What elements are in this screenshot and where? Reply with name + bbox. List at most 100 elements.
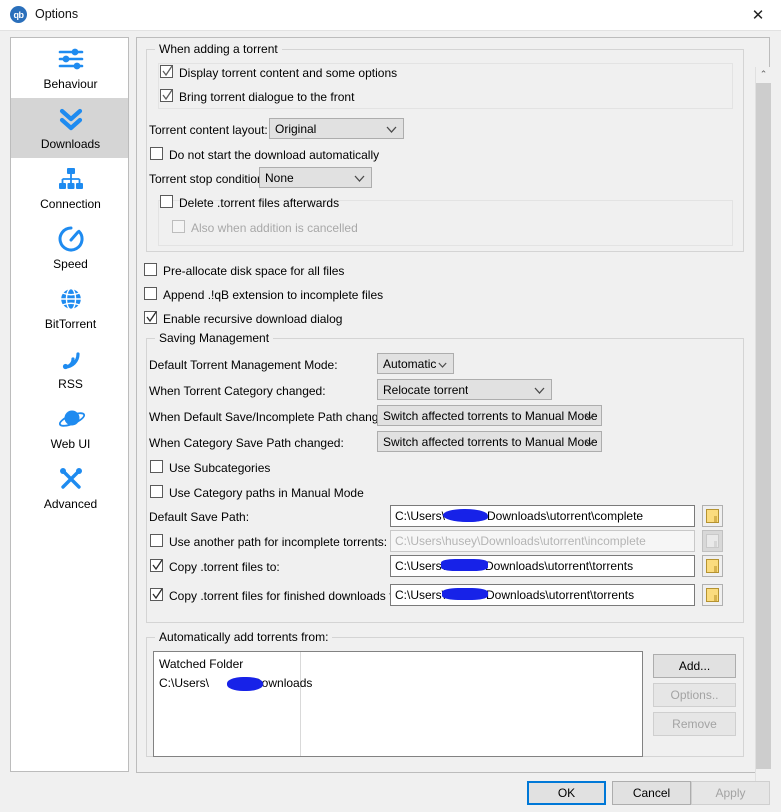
watched-folder-column-header: Watched Folder (159, 657, 244, 671)
recursive-download-checkbox[interactable] (144, 311, 157, 324)
sidebar-item-label: Downloads (40, 137, 101, 151)
default-save-path-browse-button[interactable] (702, 505, 723, 527)
copy-torrent-files-label: Copy .torrent files to: (169, 560, 280, 574)
incomplete-path-browse-button (702, 530, 723, 552)
torrent-stop-condition-select[interactable]: None (259, 167, 372, 188)
sidebar-item-label: Behaviour (43, 77, 98, 91)
input-placeholder: C:\Users\husey\Downloads\utorrent\incomp… (395, 534, 646, 548)
tools-icon (56, 464, 86, 494)
copy-finished-torrent-checkbox[interactable] (150, 588, 163, 601)
display-content-label: Display torrent content and some options (179, 66, 398, 80)
ok-button[interactable]: OK (527, 781, 606, 805)
path-prefix: C:\Users\ (395, 588, 446, 602)
no-autostart-label: Do not start the download automatically (169, 148, 380, 162)
select-value: None (265, 170, 294, 185)
sidebar-item-label: BitTorrent (44, 317, 97, 331)
redaction-mark (451, 513, 488, 522)
category-changed-label: When Torrent Category changed: (149, 384, 326, 398)
sidebar-item-advanced[interactable]: Advanced (11, 458, 128, 518)
sidebar-item-bittorrent[interactable]: BitTorrent (11, 278, 128, 338)
remove-watched-folder-button: Remove (653, 712, 736, 736)
no-autostart-checkbox[interactable] (150, 147, 163, 160)
default-tmm-select[interactable]: Automatic (377, 353, 454, 374)
stop-condition-label: Torrent stop condition: (149, 172, 268, 186)
copy-torrent-files-checkbox[interactable] (150, 559, 163, 572)
planet-icon (56, 404, 86, 434)
default-save-path-label: Default Save Path: (149, 510, 250, 524)
delete-torrent-checkbox[interactable] (160, 195, 173, 208)
sidebar-item-speed[interactable]: Speed (11, 218, 128, 278)
use-incomplete-path-label: Use another path for incomplete torrents… (169, 535, 388, 549)
sidebar-item-downloads[interactable]: Downloads (11, 98, 128, 158)
select-value: Relocate torrent (383, 382, 469, 397)
settings-sidebar[interactable]: Behaviour Downloads Connection Speed Bit… (10, 37, 129, 772)
chevron-down-icon (584, 406, 595, 427)
use-incomplete-path-checkbox[interactable] (150, 534, 163, 547)
sidebar-item-connection[interactable]: Connection (11, 158, 128, 218)
group-label: When adding a torrent (155, 42, 282, 56)
scrollbar-thumb[interactable] (756, 83, 771, 769)
check-icon (152, 559, 163, 572)
chevron-down-icon (354, 168, 365, 189)
rss-icon (56, 344, 86, 374)
copy-torrent-files-browse-button[interactable] (702, 555, 723, 577)
cancel-button[interactable]: Cancel (612, 781, 691, 805)
use-subcategories-checkbox[interactable] (150, 460, 163, 473)
group-label: Automatically add torrents from: (155, 630, 333, 644)
sidebar-item-label: Speed (53, 257, 88, 271)
check-icon (146, 311, 157, 324)
redaction-mark (441, 559, 488, 571)
content-layout-label: Torrent content layout: (149, 123, 268, 137)
also-cancelled-checkbox (172, 220, 185, 233)
sidebar-item-rss[interactable]: RSS (11, 338, 128, 398)
network-icon (56, 164, 86, 194)
speedometer-icon (56, 224, 86, 254)
category-save-path-changed-select[interactable]: Switch affected torrents to Manual Mode (377, 431, 602, 452)
folder-icon (706, 588, 719, 602)
delete-torrent-label: Delete .torrent files afterwards (179, 196, 340, 210)
display-content-checkbox[interactable] (160, 65, 173, 78)
sidebar-item-label: Web UI (50, 437, 91, 451)
recursive-download-label: Enable recursive download dialog (163, 312, 343, 326)
default-save-path-input[interactable]: C:\Users\ Downloads\utorrent\complete (390, 505, 695, 527)
default-path-changed-label: When Default Save/Incomplete Path change… (149, 410, 396, 424)
check-icon (162, 89, 173, 102)
add-watched-folder-button[interactable]: Add... (653, 654, 736, 678)
globe-icon (56, 284, 86, 314)
torrent-category-changed-select[interactable]: Relocate torrent (377, 379, 552, 400)
incomplete-path-input: C:\Users\husey\Downloads\utorrent\incomp… (390, 530, 695, 552)
torrent-content-layout-select[interactable]: Original (269, 118, 404, 139)
column-separator (300, 652, 301, 756)
category-paths-manual-checkbox[interactable] (150, 485, 163, 498)
settings-panel: When adding a torrent Display torrent co… (136, 37, 770, 757)
bring-front-checkbox[interactable] (160, 89, 173, 102)
downloads-page: When adding a torrent Display torrent co… (136, 37, 754, 757)
scroll-up-icon[interactable]: ⌃ (756, 67, 771, 83)
check-icon (162, 65, 173, 78)
app-logo-icon: qb (10, 6, 27, 23)
watched-folders-list[interactable]: Watched Folder C:\Users\ Downloads (153, 651, 643, 757)
sidebar-item-webui[interactable]: Web UI (11, 398, 128, 458)
settings-scrollbar[interactable]: ⌃ ⌄ (755, 67, 771, 803)
append-extension-checkbox[interactable] (144, 287, 157, 300)
close-icon[interactable]: ✕ (735, 0, 781, 30)
preallocate-checkbox[interactable] (144, 263, 157, 276)
sidebar-item-behaviour[interactable]: Behaviour (11, 38, 128, 98)
copy-finished-torrent-browse-button[interactable] (702, 584, 723, 606)
append-extension-label: Append .!qB extension to incomplete file… (163, 288, 384, 302)
bring-front-label: Bring torrent dialogue to the front (179, 90, 355, 104)
chevron-down-icon (584, 432, 595, 453)
folder-icon (706, 534, 719, 548)
select-value: Original (275, 121, 317, 136)
check-icon (152, 588, 163, 601)
default-save-path-changed-select[interactable]: Switch affected torrents to Manual Mode (377, 405, 602, 426)
dialog-body: Behaviour Downloads Connection Speed Bit… (0, 30, 781, 811)
also-cancelled-label: Also when addition is cancelled (191, 221, 358, 235)
watched-folder-options-button: Options.. (653, 683, 736, 707)
use-subcategories-label: Use Subcategories (169, 461, 271, 475)
select-value: Switch affected torrents to Manual Mode (383, 434, 598, 449)
copy-finished-torrent-input[interactable]: C:\Users\ Downloads\utorrent\torrents (390, 584, 695, 606)
sidebar-item-label: RSS (58, 377, 83, 391)
sliders-icon (56, 44, 86, 74)
copy-torrent-files-input[interactable]: C:\Users\ Downloads\utorrent\torrents (390, 555, 695, 577)
